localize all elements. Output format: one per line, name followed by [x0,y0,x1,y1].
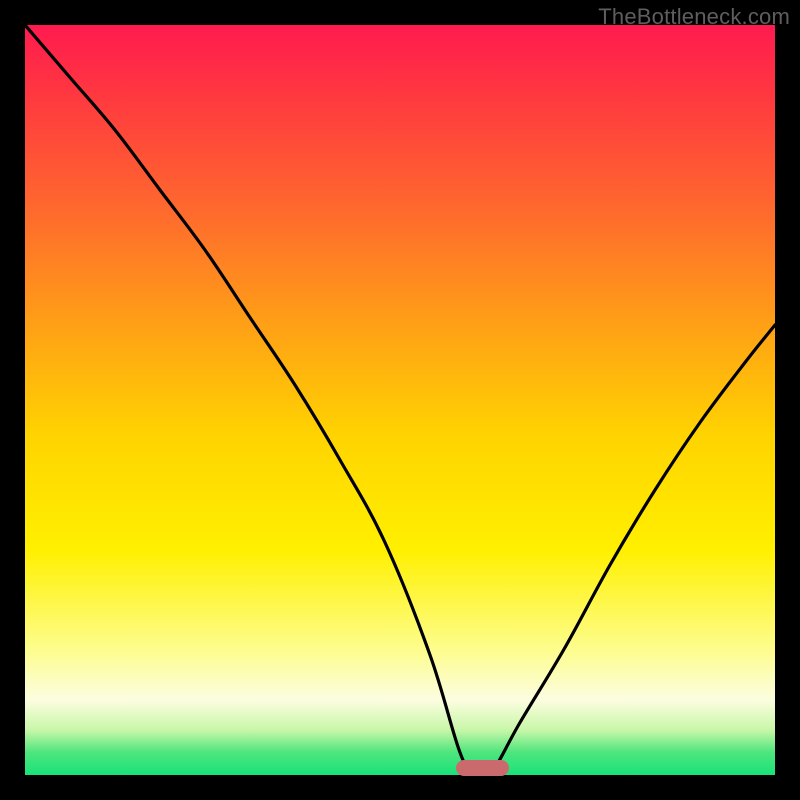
plot-area [25,25,775,775]
bottleneck-curve-path [25,25,775,775]
watermark-text: TheBottleneck.com [598,4,790,30]
optimal-marker [456,760,509,776]
curve-svg [25,25,775,775]
chart-container: TheBottleneck.com [0,0,800,800]
